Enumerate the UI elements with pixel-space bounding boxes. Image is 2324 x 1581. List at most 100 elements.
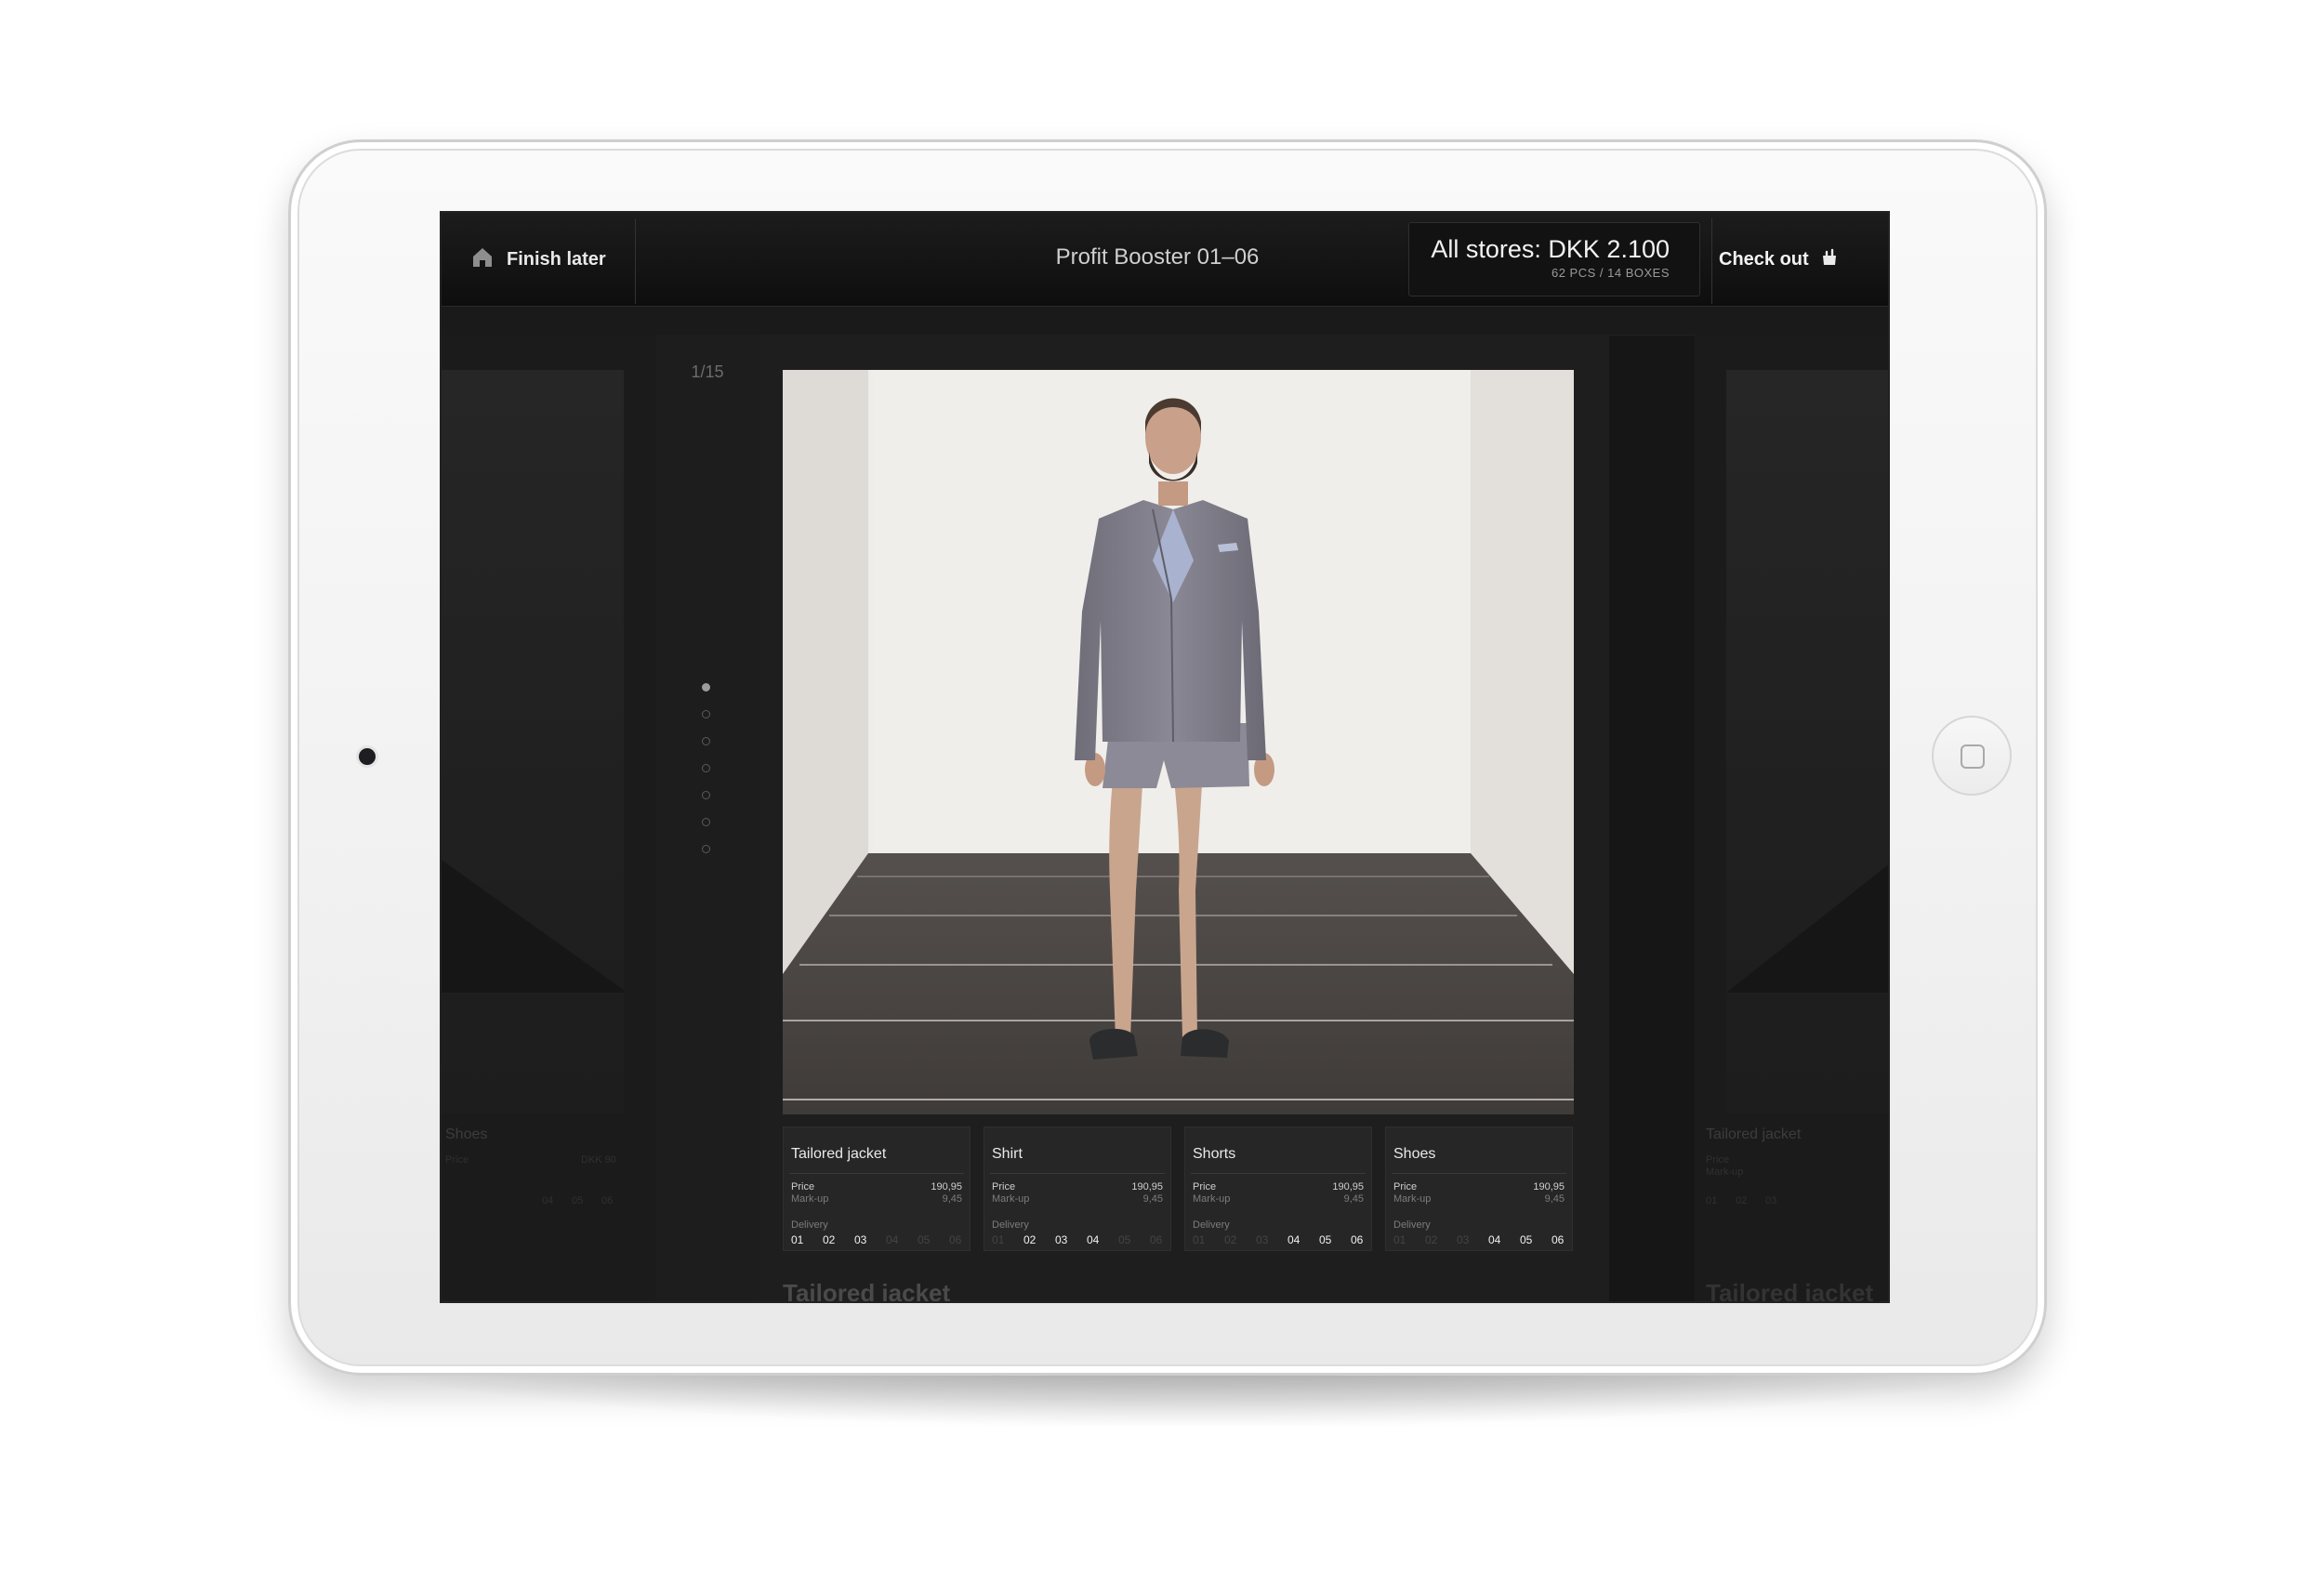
item-name: Shorts: [1193, 1146, 1236, 1162]
topbar-divider: [635, 218, 636, 304]
look-items: Tailored jacket Price 190,95 Mark-up 9,45 Del…: [783, 1126, 1574, 1251]
pager-dot[interactable]: [702, 764, 710, 772]
item-name: Shoes: [1393, 1146, 1436, 1162]
item-price-row: Price 190,95: [791, 1181, 962, 1192]
top-bar: Finish later Profit Booster 01–06 All st…: [442, 213, 1888, 307]
delivery-week[interactable]: 06: [949, 1233, 981, 1246]
delivery-week[interactable]: 03: [1457, 1233, 1488, 1246]
item-card[interactable]: Shoes Price 190,95 Mark-up 9,45 Delivery 01 02 0…: [1385, 1126, 1573, 1251]
delivery-weeks: 01 02 03 04 05 06: [1193, 1233, 1382, 1246]
pager-dot[interactable]: [702, 683, 710, 692]
shopping-bag-icon: [1820, 248, 1839, 271]
item-markup: 9,45: [1544, 1193, 1565, 1205]
delivery-week[interactable]: 05: [1520, 1233, 1552, 1246]
next-section-title: Tailored jacket: [783, 1279, 951, 1303]
look-photo[interactable]: [783, 370, 1574, 1114]
stores-total-panel[interactable]: All stores: DKK 2.100 62 PCS / 14 BOXES: [1408, 222, 1700, 296]
pager-dot[interactable]: [702, 791, 710, 799]
item-divider: [1191, 1173, 1366, 1174]
finish-later-button[interactable]: Finish later: [471, 241, 606, 278]
delivery-weeks: 01 02 03 04 05 06: [992, 1233, 1182, 1246]
delivery-week[interactable]: 03: [1055, 1233, 1087, 1246]
pager-dot[interactable]: [702, 710, 710, 718]
item-markup: 9,45: [1343, 1193, 1364, 1205]
delivery-week[interactable]: 02: [1224, 1233, 1256, 1246]
item-price-row: Price 190,95: [992, 1181, 1163, 1192]
item-divider: [1392, 1173, 1566, 1174]
next-look-image: [1726, 370, 1888, 1113]
delivery-week[interactable]: 05: [1319, 1233, 1351, 1246]
item-card[interactable]: Shirt Price 190,95 Mark-up 9,45 Delivery 01 02 0…: [984, 1126, 1171, 1251]
pager-dot[interactable]: [702, 845, 710, 853]
item-markup: 9,45: [942, 1193, 962, 1205]
page-title: Profit Booster 01–06: [1055, 244, 1260, 270]
device-home-button[interactable]: [1932, 716, 2012, 796]
stores-total-amount: All stores: DKK 2.100: [1431, 235, 1670, 263]
stores-total-pieces: 62 PCS / 14 BOXES: [1551, 266, 1670, 280]
delivery-week[interactable]: 02: [1425, 1233, 1457, 1246]
delivery-week[interactable]: 01: [1193, 1233, 1224, 1246]
item-name: Tailored jacket: [791, 1146, 887, 1162]
checkout-label: Check out: [1719, 248, 1809, 270]
delivery-week[interactable]: 06: [1150, 1233, 1182, 1246]
item-divider: [990, 1173, 1165, 1174]
delivery-week[interactable]: 01: [791, 1233, 823, 1246]
current-look-card: Tailored jacket Price 190,95 Mark-up 9,45 Del…: [759, 335, 1609, 1303]
item-price-label: Price: [992, 1181, 1016, 1192]
delivery-week[interactable]: 01: [1393, 1233, 1425, 1246]
item-delivery-label: Delivery: [791, 1219, 828, 1231]
delivery-weeks: 01 02 03 04 05 06: [791, 1233, 981, 1246]
delivery-week[interactable]: 04: [886, 1233, 918, 1246]
previous-look-week: 04: [542, 1195, 554, 1206]
item-card[interactable]: Tailored jacket Price 190,95 Mark-up 9,45 Del…: [783, 1126, 971, 1251]
item-delivery-label: Delivery: [1393, 1219, 1431, 1231]
next-look-week: 01: [1706, 1195, 1718, 1206]
item-name: Shirt: [992, 1146, 1023, 1162]
previous-look-week: 06: [601, 1195, 614, 1206]
item-price-row: Price 190,95: [1193, 1181, 1364, 1192]
tablet-screen: Finish later Profit Booster 01–06 All st…: [440, 211, 1890, 1303]
delivery-week[interactable]: 03: [854, 1233, 886, 1246]
previous-look-price-label: Price: [445, 1154, 469, 1166]
next-look-panel[interactable]: Tailored jacket Price Mark-up 01 02 03 T…: [1695, 335, 1888, 1301]
item-markup-row: Mark-up 9,45: [791, 1193, 962, 1205]
previous-look-image: [442, 370, 624, 1113]
item-price: 190,95: [1533, 1181, 1565, 1192]
delivery-week[interactable]: 02: [823, 1233, 854, 1246]
delivery-week[interactable]: 06: [1351, 1233, 1382, 1246]
delivery-week[interactable]: 03: [1256, 1233, 1287, 1246]
item-price-row: Price 190,95: [1393, 1181, 1565, 1192]
item-price: 190,95: [931, 1181, 962, 1192]
previous-look-item-name: Shoes: [445, 1126, 488, 1142]
checkout-button[interactable]: Check out: [1719, 241, 1839, 278]
delivery-week[interactable]: 04: [1287, 1233, 1319, 1246]
delivery-week[interactable]: 05: [918, 1233, 949, 1246]
delivery-weeks: 01 02 03 04 05 06: [1393, 1233, 1583, 1246]
topbar-divider: [1711, 218, 1712, 304]
previous-look-week: 05: [572, 1195, 584, 1206]
item-price-label: Price: [791, 1181, 815, 1192]
next-look-week: 02: [1736, 1195, 1748, 1206]
delivery-week[interactable]: 04: [1087, 1233, 1118, 1246]
item-markup: 9,45: [1142, 1193, 1163, 1205]
look-counter: 1/15: [691, 362, 724, 381]
item-markup-label: Mark-up: [1393, 1193, 1432, 1205]
delivery-week[interactable]: 02: [1023, 1233, 1055, 1246]
device-home-button-icon: [1961, 744, 1985, 769]
pager-dot[interactable]: [702, 737, 710, 745]
delivery-week[interactable]: 01: [992, 1233, 1023, 1246]
item-price: 190,95: [1131, 1181, 1163, 1192]
previous-look-price: DKK 90: [581, 1154, 616, 1166]
item-price-label: Price: [1193, 1181, 1217, 1192]
item-delivery-label: Delivery: [1193, 1219, 1230, 1231]
item-markup-row: Mark-up 9,45: [1193, 1193, 1364, 1205]
previous-look-panel[interactable]: Shoes Price DKK 90 04 05 06: [442, 335, 655, 1301]
delivery-week[interactable]: 04: [1488, 1233, 1520, 1246]
next-look-price-label: Price: [1706, 1154, 1730, 1166]
item-card[interactable]: Shorts Price 190,95 Mark-up 9,45 Delivery 01 02…: [1184, 1126, 1372, 1251]
pager-dots: [702, 683, 710, 872]
delivery-week[interactable]: 06: [1552, 1233, 1583, 1246]
delivery-week[interactable]: 05: [1118, 1233, 1150, 1246]
item-markup-label: Mark-up: [992, 1193, 1030, 1205]
pager-dot[interactable]: [702, 818, 710, 826]
